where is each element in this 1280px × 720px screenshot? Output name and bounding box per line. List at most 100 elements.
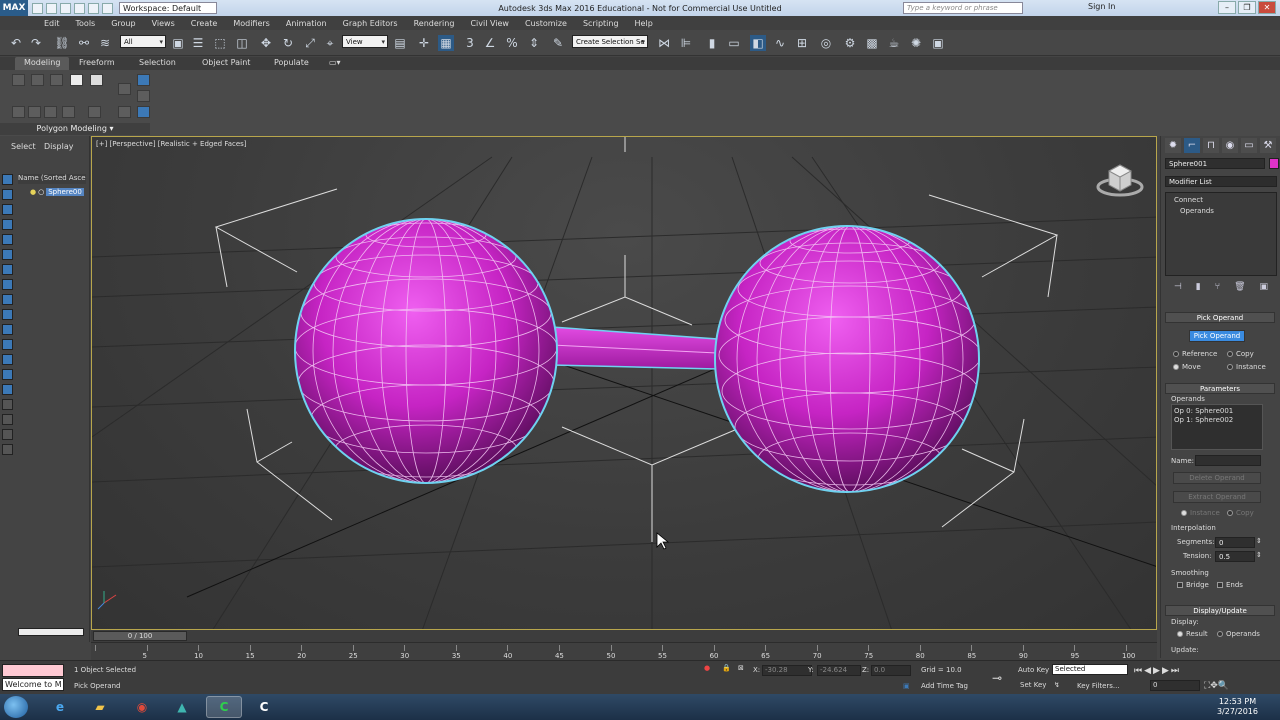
time-slider[interactable]: 0 / 100: [91, 630, 1157, 642]
move-icon[interactable]: ✥: [258, 35, 274, 51]
placement-icon[interactable]: ⌖: [322, 35, 338, 51]
pick-operand-rollout[interactable]: Pick Operand: [1165, 312, 1275, 323]
toggle-ribbon-icon[interactable]: ▭: [726, 35, 742, 51]
segments-spinner[interactable]: 0: [1215, 537, 1255, 548]
find-icon[interactable]: [2, 444, 13, 455]
operands-radio[interactable]: Operands: [1217, 630, 1260, 638]
key-filters-icon[interactable]: ↯: [1054, 681, 1060, 689]
show-end-result-icon[interactable]: ▮: [1196, 282, 1201, 294]
sign-in-link[interactable]: Sign In: [1088, 2, 1115, 11]
tab-populate[interactable]: Populate: [265, 57, 318, 70]
hierarchy-tab-icon[interactable]: ⊓: [1203, 138, 1219, 153]
minimize-button[interactable]: –: [1218, 1, 1236, 14]
menu-views[interactable]: Views: [144, 19, 183, 28]
camtasia-studio-taskbar-icon[interactable]: C: [246, 696, 282, 718]
app-logo-icon[interactable]: MAX: [0, 0, 28, 16]
system-clock[interactable]: 12:53 PM 3/27/2016: [1217, 697, 1258, 717]
start-button-icon[interactable]: [4, 696, 28, 718]
menu-animation[interactable]: Animation: [278, 19, 335, 28]
playback-controls[interactable]: ⏮◀▶▶⏭: [1134, 666, 1181, 676]
bones-filter-icon[interactable]: [2, 339, 13, 350]
display-none-icon[interactable]: [2, 174, 13, 185]
menu-group[interactable]: Group: [103, 19, 143, 28]
invert-display-icon[interactable]: [2, 204, 13, 215]
vertex-mode-icon[interactable]: [12, 74, 25, 86]
object-name-field[interactable]: Sphere001: [1165, 158, 1265, 169]
track-bar[interactable]: 5 10 15 20 25 30 35 40 45 50 55 60 65 70 75 80 85 90 95 100: [91, 642, 1157, 660]
key-filters-button[interactable]: Key Filters...: [1077, 682, 1120, 690]
motion-tab-icon[interactable]: ◉: [1222, 138, 1238, 153]
selection-lock-icon[interactable]: 🔒: [722, 664, 731, 672]
curve-editor-icon[interactable]: ∿: [772, 35, 788, 51]
tab-freeform[interactable]: Freeform: [70, 57, 124, 70]
tension-spinner-arrows-icon[interactable]: ⇕: [1256, 551, 1262, 559]
menu-graph-editors[interactable]: Graph Editors: [335, 19, 406, 28]
tree-row[interactable]: ● ○ Sphere00: [30, 187, 84, 197]
stack-options-icon[interactable]: [137, 90, 150, 102]
bind-space-warp-icon[interactable]: ≋: [97, 35, 113, 51]
3dsmax-taskbar-icon[interactable]: ▲: [164, 696, 200, 718]
time-tag-icon[interactable]: ▣: [903, 682, 910, 690]
tab-selection[interactable]: Selection: [130, 57, 185, 70]
time-slider-thumb[interactable]: 0 / 100: [93, 631, 187, 641]
border-mode-icon[interactable]: [50, 74, 63, 86]
undo-icon[interactable]: ↶: [8, 35, 24, 51]
select-object-icon[interactable]: ▣: [170, 35, 186, 51]
align-icon[interactable]: ⊫: [678, 35, 694, 51]
current-frame-field[interactable]: 0: [1150, 680, 1200, 691]
copy-radio[interactable]: Copy: [1227, 350, 1254, 358]
shapes-filter-icon[interactable]: [2, 234, 13, 245]
viewcube-icon[interactable]: [1095, 159, 1145, 201]
geometry-filter-icon[interactable]: [2, 219, 13, 230]
parameters-rollout[interactable]: Parameters: [1165, 383, 1275, 394]
perspective-viewport[interactable]: [+] [Perspective] [Realistic + Edged Fac…: [91, 136, 1157, 630]
maxscript-listener-output[interactable]: [2, 664, 64, 677]
element-mode-icon[interactable]: [90, 74, 103, 86]
rendered-frame-window-icon[interactable]: ▩: [864, 35, 880, 51]
polygon-mode-icon[interactable]: [70, 74, 83, 86]
list-item[interactable]: Op 1: Sphere002: [1174, 416, 1233, 424]
stack-item-operands[interactable]: Operands: [1180, 207, 1214, 215]
save-file-icon[interactable]: [60, 2, 71, 14]
layer-filter-icon[interactable]: [2, 399, 13, 410]
window-crossing-icon[interactable]: ◫: [234, 35, 250, 51]
tension-spinner[interactable]: 0.5: [1215, 551, 1255, 562]
schematic-view-icon[interactable]: ⊞: [794, 35, 810, 51]
quickslice-icon[interactable]: [44, 106, 57, 118]
mirror-icon[interactable]: ⋈: [656, 35, 672, 51]
selection-set-dropdown[interactable]: Selected: [1052, 664, 1128, 675]
render-production-icon[interactable]: ☕: [886, 35, 902, 51]
transform-mode-icon[interactable]: ⊠: [738, 664, 744, 672]
operands-list[interactable]: Op 0: Sphere001 Op 1: Sphere002: [1171, 404, 1263, 450]
select-manipulate-icon[interactable]: ✛: [416, 35, 432, 51]
remove-modifier-icon[interactable]: 🗑: [1234, 282, 1245, 294]
isolate-selection-icon[interactable]: ●: [704, 664, 710, 672]
auto-key-button[interactable]: Auto Key: [1018, 666, 1049, 674]
pick-operand-button[interactable]: Pick Operand: [1189, 330, 1245, 342]
operand-name-field[interactable]: [1195, 455, 1261, 466]
y-coordinate-field[interactable]: -24.624: [817, 665, 861, 676]
menu-scripting[interactable]: Scripting: [575, 19, 627, 28]
explorer-select-menu[interactable]: Select: [11, 142, 36, 151]
use-nurms-icon[interactable]: [118, 106, 131, 118]
close-button[interactable]: ✕: [1258, 1, 1276, 14]
name-column-header[interactable]: Name (Sorted Ascen: [18, 174, 86, 184]
menu-rendering[interactable]: Rendering: [406, 19, 463, 28]
maximize-button[interactable]: ❐: [1238, 1, 1256, 14]
new-file-icon[interactable]: [32, 2, 43, 14]
x-coordinate-field[interactable]: -30.28: [762, 665, 812, 676]
camtasia-recorder-taskbar-icon[interactable]: C: [206, 696, 242, 718]
result-radio[interactable]: Result: [1177, 630, 1208, 638]
menu-help[interactable]: Help: [627, 19, 661, 28]
space-warps-filter-icon[interactable]: [2, 294, 13, 305]
extract-copy-radio[interactable]: Copy: [1227, 509, 1254, 517]
named-selection-dropdown[interactable]: Create Selection Se: [572, 35, 648, 48]
undo-icon[interactable]: [74, 2, 85, 14]
segments-spinner-arrows-icon[interactable]: ⇕: [1256, 537, 1262, 545]
add-time-tag[interactable]: Add Time Tag: [921, 682, 968, 690]
filter-icon[interactable]: [2, 429, 13, 440]
angle-snap-icon[interactable]: ∠: [482, 35, 498, 51]
menu-edit[interactable]: Edit: [36, 19, 68, 28]
cut-icon[interactable]: [88, 106, 101, 118]
menu-tools[interactable]: Tools: [68, 19, 104, 28]
